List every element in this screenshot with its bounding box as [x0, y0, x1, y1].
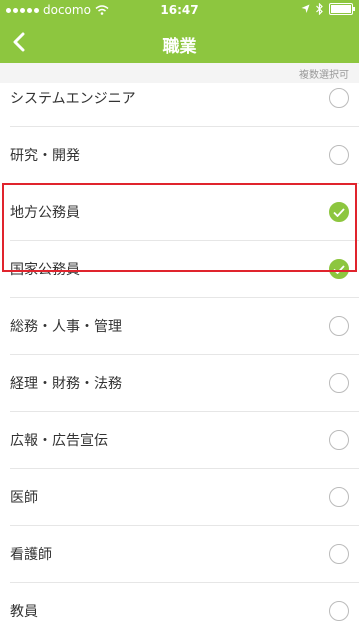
list-item[interactable]: 広報・広告宣伝 — [0, 412, 359, 469]
item-label: システムエンジニア — [10, 91, 136, 107]
bluetooth-icon — [316, 3, 323, 15]
item-label: 総務・人事・管理 — [10, 319, 122, 335]
checkbox-icon[interactable] — [329, 88, 349, 108]
checkbox-icon[interactable] — [329, 487, 349, 507]
checkbox-icon[interactable] — [329, 373, 349, 393]
checkbox-icon[interactable] — [329, 316, 349, 336]
item-label: 看護師 — [10, 547, 52, 563]
list-item[interactable]: 教員 — [0, 583, 359, 640]
list-item[interactable]: 医師 — [0, 469, 359, 526]
item-label: 教員 — [10, 604, 38, 620]
battery-icon — [329, 3, 355, 15]
list-item[interactable]: システムエンジニア — [0, 70, 359, 127]
item-label: 地方公務員 — [10, 205, 80, 221]
list-item[interactable]: 国家公務員 — [0, 241, 359, 298]
item-label: 広報・広告宣伝 — [10, 433, 108, 449]
item-label: 医師 — [10, 490, 38, 506]
checkbox-icon[interactable] — [329, 430, 349, 450]
list-item[interactable]: 経理・財務・法務 — [0, 355, 359, 412]
list-item[interactable]: 研究・開発 — [0, 127, 359, 184]
list-item[interactable]: 総務・人事・管理 — [0, 298, 359, 355]
page-title: 職業 — [162, 37, 197, 57]
item-label: 経理・財務・法務 — [10, 376, 122, 392]
location-icon — [301, 4, 310, 13]
list-item[interactable]: 地方公務員 — [0, 184, 359, 241]
checked-icon[interactable] — [329, 259, 349, 279]
item-label: 研究・開発 — [10, 148, 80, 164]
checkbox-icon[interactable] — [329, 544, 349, 564]
item-label: 国家公務員 — [10, 262, 80, 278]
status-bar: docomo 16:47 — [0, 0, 359, 20]
checkbox-icon[interactable] — [329, 601, 349, 621]
nav-bar: 職業 — [0, 20, 359, 63]
checkbox-icon[interactable] — [329, 145, 349, 165]
list-item[interactable]: 看護師 — [0, 526, 359, 583]
checked-icon[interactable] — [329, 202, 349, 222]
